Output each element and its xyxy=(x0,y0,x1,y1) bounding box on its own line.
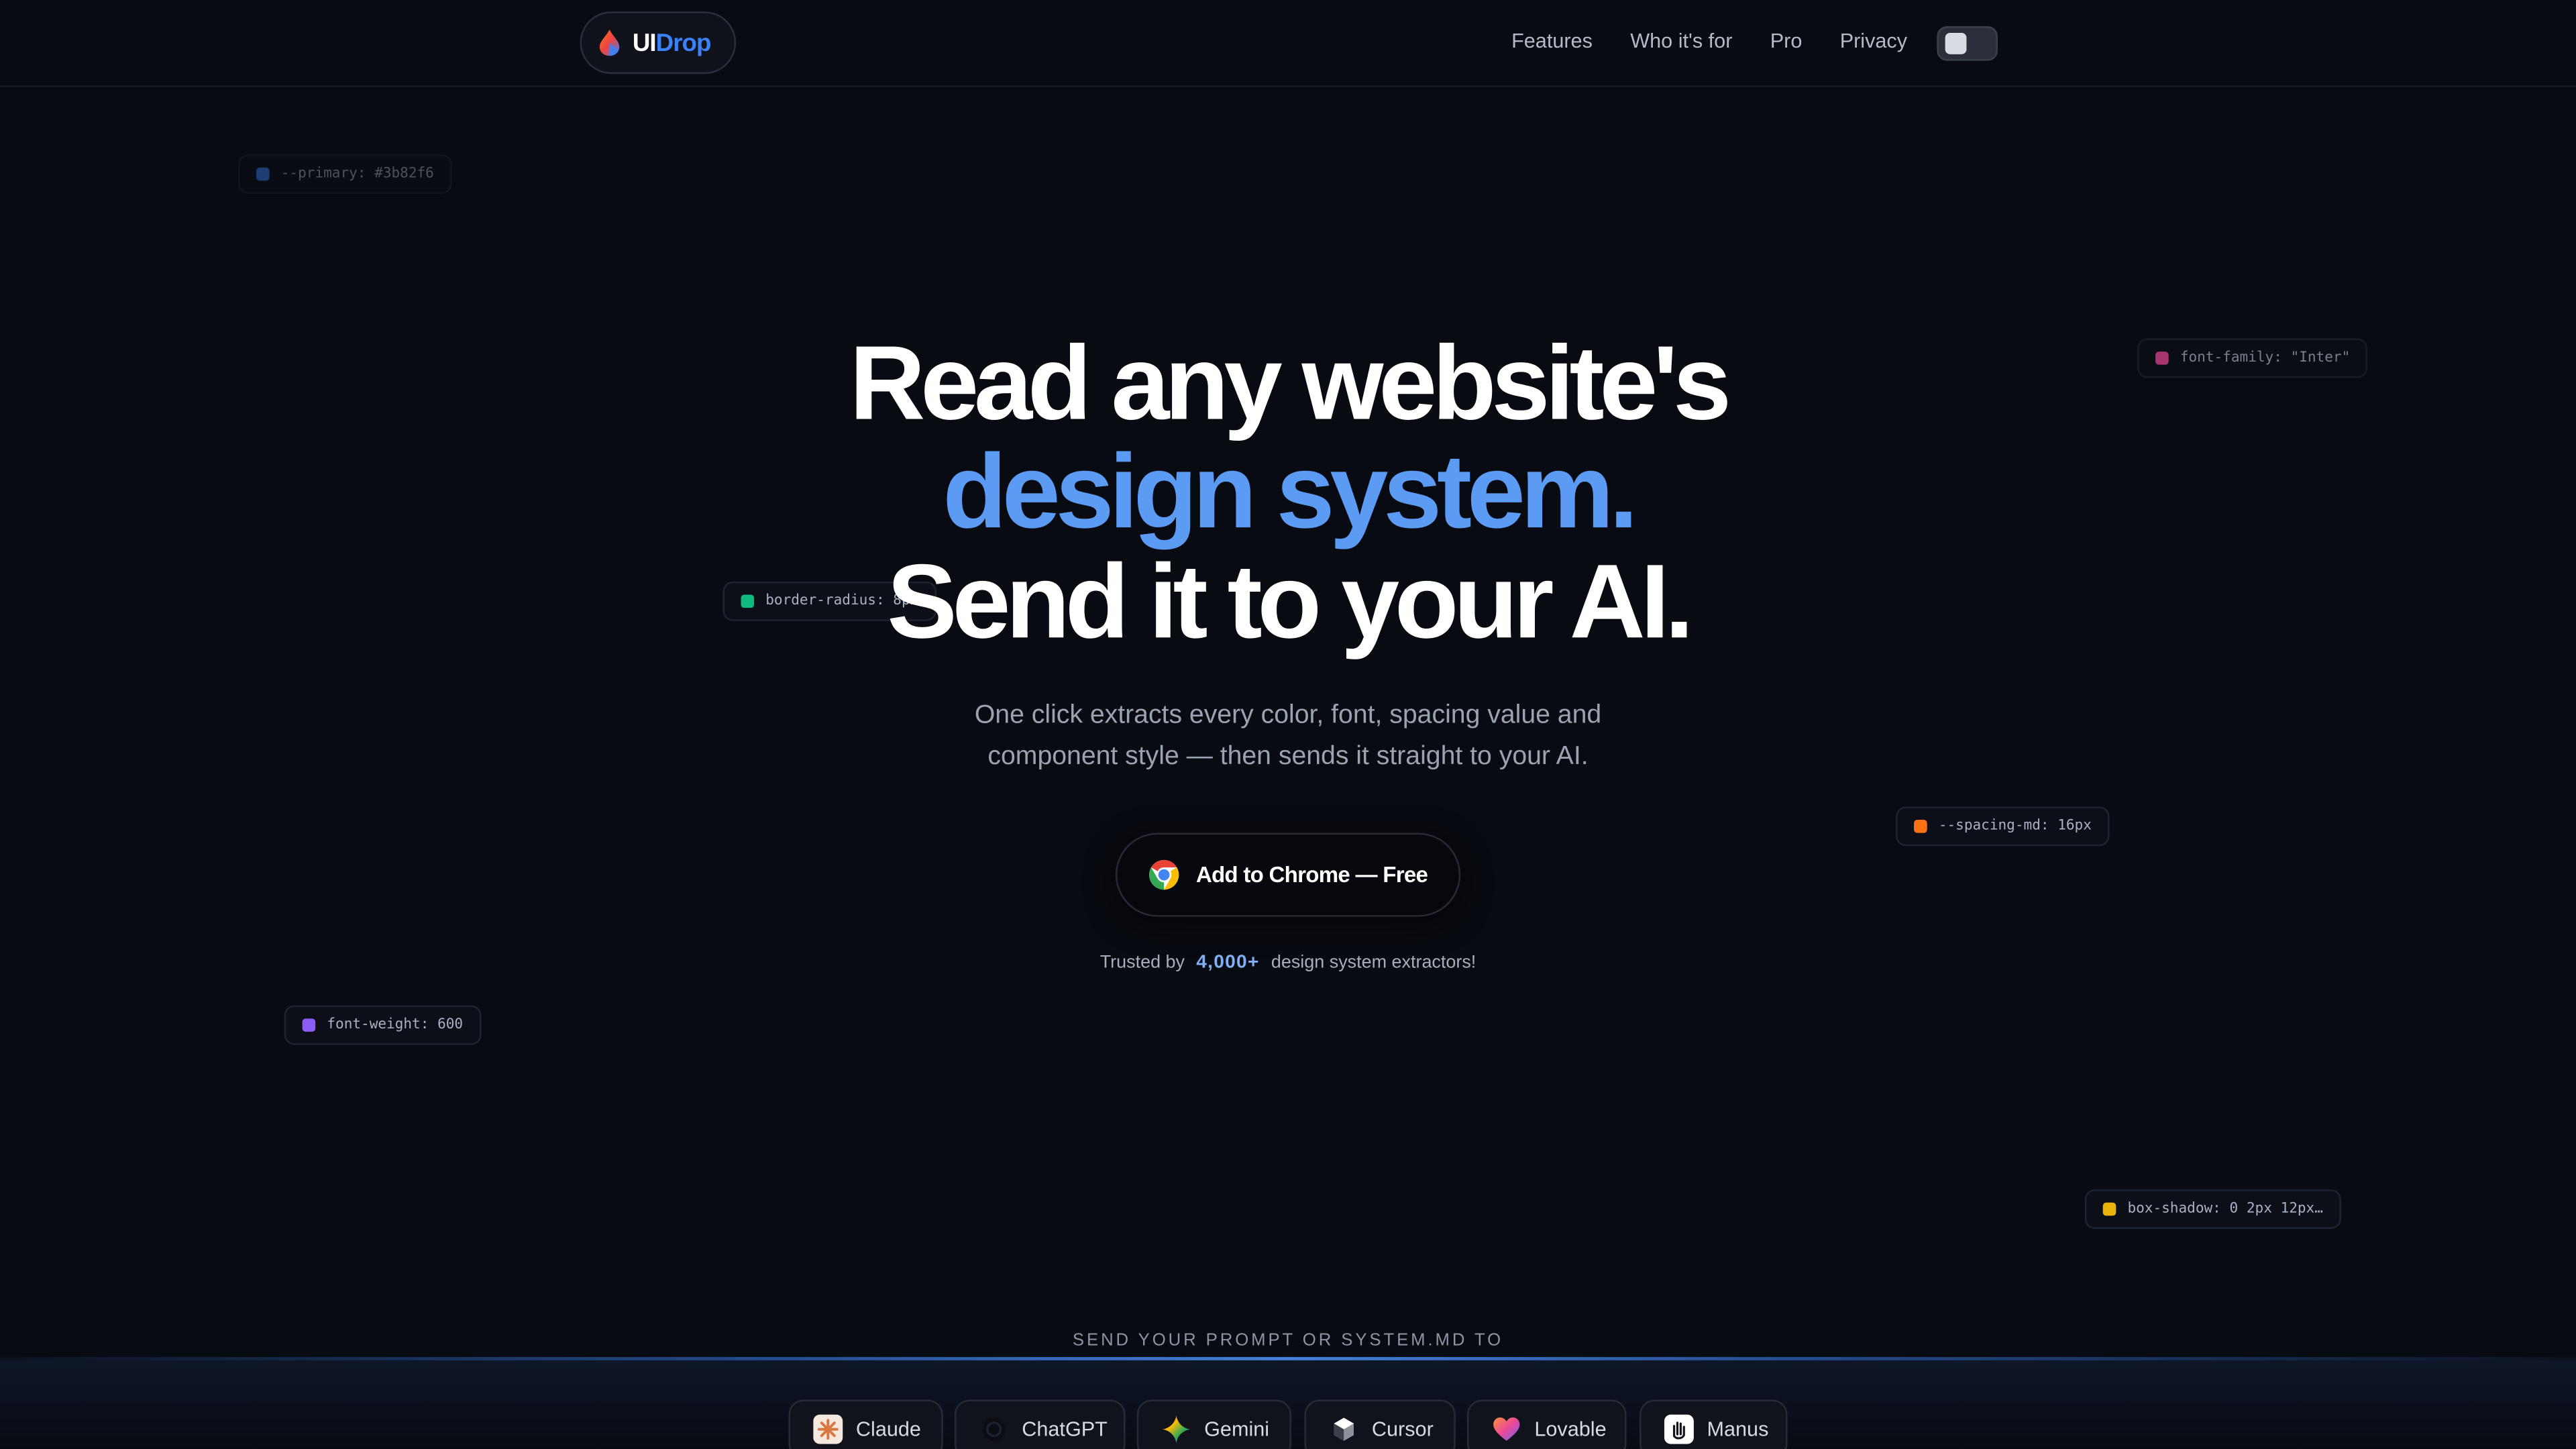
token-font-weight-swatch xyxy=(302,1018,316,1032)
page: UIDrop Features Who it's for Pro Privacy… xyxy=(0,0,2576,1449)
nav-privacy[interactable]: Privacy xyxy=(1840,30,1907,52)
brand-prefix: UI xyxy=(632,28,657,57)
ai-lovable-button[interactable]: Lovable xyxy=(1466,1399,1627,1449)
toggle-knob xyxy=(1945,32,1967,54)
theme-toggle[interactable] xyxy=(1937,26,1998,61)
token-box-shadow: box-shadow: 0 2px 12px… xyxy=(2084,1189,2341,1229)
hero-headline-line-1: Read any website's xyxy=(849,323,1731,442)
claude-icon xyxy=(813,1414,843,1444)
drop-logo-icon xyxy=(599,30,620,56)
brand-name: UIDrop xyxy=(632,28,712,57)
ai-chatgpt-button[interactable]: ChatGPT xyxy=(954,1399,1126,1449)
add-to-chrome-label: Add to Chrome — Free xyxy=(1195,862,1428,888)
gemini-icon xyxy=(1162,1415,1191,1444)
send-to-label: SEND YOUR PROMPT OR SYSTEM.MD TO xyxy=(1072,1330,1504,1351)
manus-hand-icon xyxy=(1664,1414,1694,1444)
brand-suffix: Drop xyxy=(655,28,712,57)
hero-headline-line-3: Send it to your AI. xyxy=(887,542,1694,661)
lovable-heart-icon xyxy=(1493,1417,1520,1441)
main-nav: Features Who it's for Pro Privacy xyxy=(1511,30,1945,52)
token-primary: --primary: #3b82f6 xyxy=(238,154,452,194)
token-spacing-md-text: --spacing-md: 16px xyxy=(1938,818,2092,835)
ai-cursor-button[interactable]: Cursor xyxy=(1304,1399,1456,1449)
nav-features[interactable]: Features xyxy=(1511,30,1593,52)
token-primary-text: --primary: #3b82f6 xyxy=(280,166,434,182)
hero-headline-line-2: design system. xyxy=(943,432,1638,551)
trusted-prefix: Trusted by xyxy=(1099,953,1185,973)
ai-manus-label: Manus xyxy=(1707,1417,1769,1441)
token-font-weight-text: font-weight: 600 xyxy=(327,1016,464,1034)
hero-subtitle-line-2: component style — then sends it straight… xyxy=(987,742,1589,771)
trusted-suffix: design system extractors! xyxy=(1271,953,1477,973)
ai-claude-label: Claude xyxy=(855,1417,921,1441)
token-spacing-md-swatch xyxy=(1914,820,1927,833)
chrome-icon xyxy=(1148,859,1179,890)
ai-manus-button[interactable]: Manus xyxy=(1640,1399,1788,1449)
add-to-chrome-button[interactable]: Add to Chrome — Free xyxy=(1115,833,1461,917)
brand-logo[interactable]: UIDrop xyxy=(580,11,737,74)
trusted-count: 4,000+ xyxy=(1196,953,1260,973)
ai-claude-button[interactable]: Claude xyxy=(788,1399,943,1449)
token-box-shadow-text: box-shadow: 0 2px 12px… xyxy=(2127,1201,2323,1218)
token-box-shadow-swatch xyxy=(2102,1202,2116,1216)
ai-gemini-button[interactable]: Gemini xyxy=(1136,1399,1291,1449)
nav-who-its-for[interactable]: Who it's for xyxy=(1630,30,1732,52)
token-primary-swatch xyxy=(256,167,270,181)
hero-subtitle-line-1: One click extracts every color, font, sp… xyxy=(974,701,1602,730)
nav-pro[interactable]: Pro xyxy=(1770,30,1803,52)
trusted-by-text: Trusted by 4,000+ design system extracto… xyxy=(0,953,2576,972)
cursor-icon xyxy=(1334,1417,1354,1441)
token-font-weight: font-weight: 600 xyxy=(284,1005,482,1045)
ai-cursor-label: Cursor xyxy=(1371,1417,1434,1441)
ai-chatgpt-label: ChatGPT xyxy=(1022,1417,1108,1441)
chatgpt-icon xyxy=(982,1417,1006,1441)
ai-lovable-label: Lovable xyxy=(1534,1417,1607,1441)
token-spacing-md: --spacing-md: 16px xyxy=(1896,806,2110,847)
ai-gemini-label: Gemini xyxy=(1204,1417,1270,1441)
top-header: UIDrop Features Who it's for Pro Privacy xyxy=(0,0,2576,87)
